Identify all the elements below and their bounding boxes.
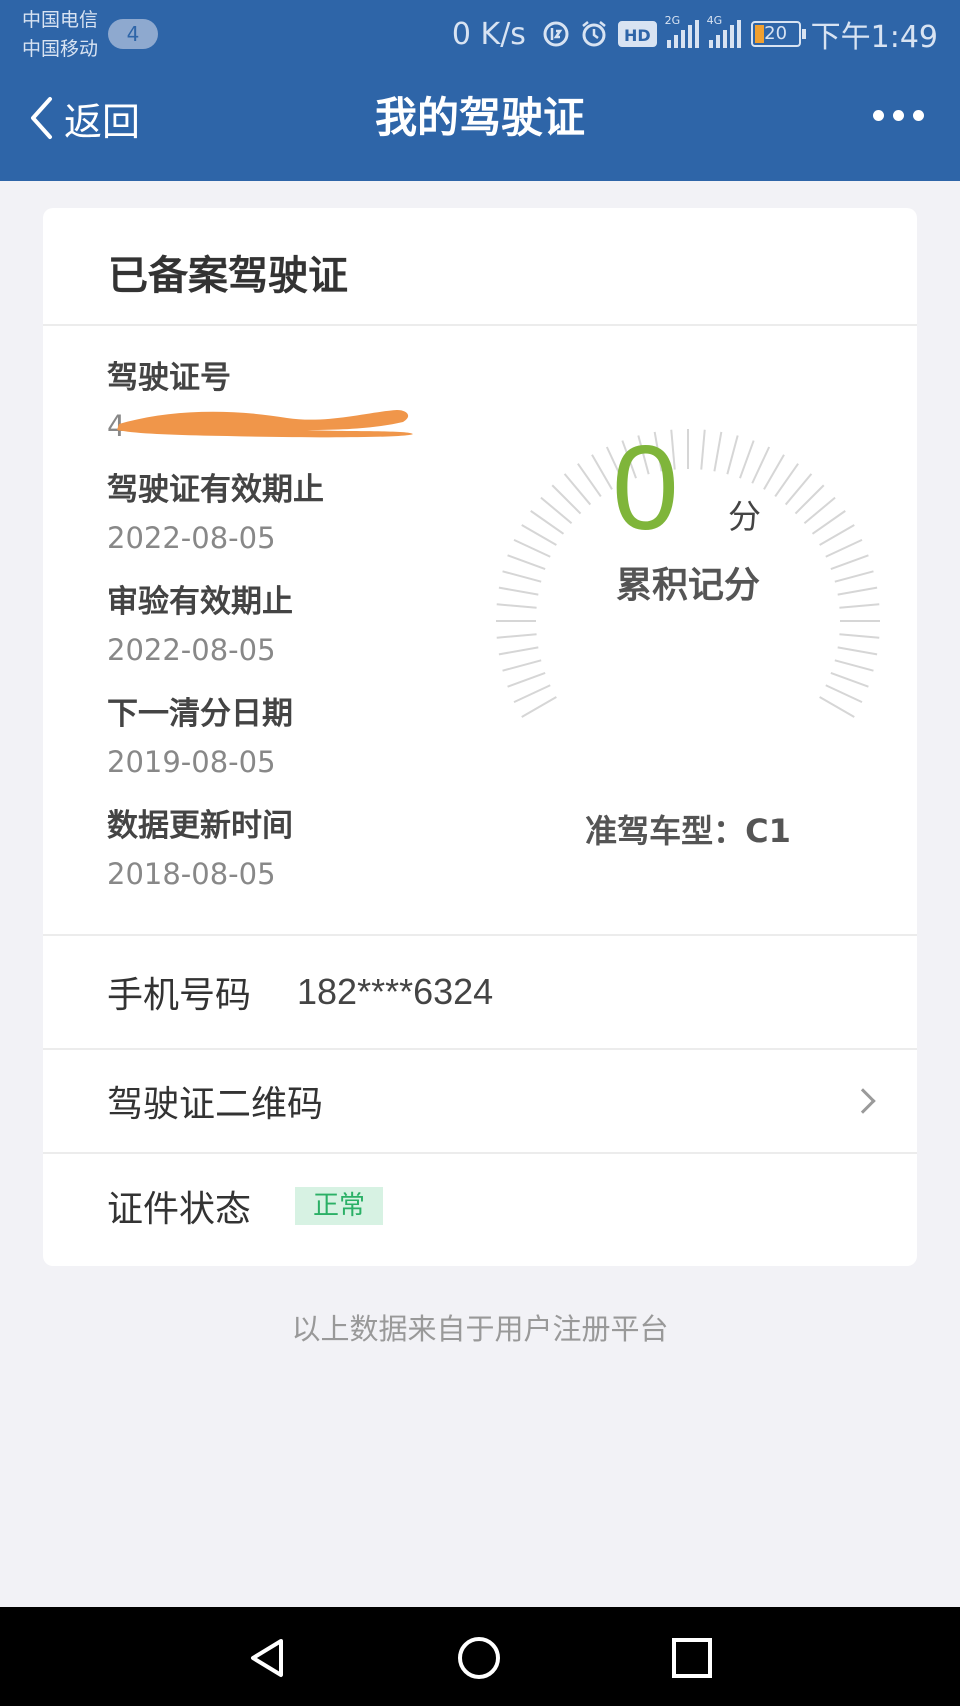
status-row: 证件状态 正常	[43, 1154, 917, 1258]
gauge-tick	[713, 431, 723, 472]
score-title: 累积记分	[615, 565, 760, 606]
signal-strength-icon-2: 4G	[707, 14, 741, 48]
gauge-tick	[819, 696, 855, 718]
signal-2-tag: 4G	[706, 14, 723, 27]
status-icons: 0 K/s HD 2G 4G 20 下午1:49	[452, 12, 938, 56]
gauge-tick	[763, 454, 785, 490]
inspection-expiry-item: 审验有效期止 2022-08-05	[107, 582, 447, 694]
status-label: 证件状态	[107, 1189, 252, 1230]
card-title: 已备案驾驶证	[108, 253, 348, 299]
square-recent-icon[interactable]	[669, 1635, 715, 1681]
gauge-tick	[563, 473, 592, 506]
network-speed: 0 K/s	[451, 16, 526, 52]
gauge-tick	[819, 524, 855, 546]
gauge-tick	[513, 538, 551, 558]
hd-voice-icon: HD	[617, 21, 657, 47]
gauge-tick	[774, 463, 799, 498]
gauge-tick	[591, 454, 613, 490]
gauge-tick	[794, 484, 825, 515]
gauge-tick	[751, 446, 771, 484]
data-source-note: 以上数据来自于用户注册平台	[291, 1312, 669, 1346]
redaction-scribble	[117, 410, 413, 438]
info-label: 下一清分日期	[107, 696, 293, 732]
license-type: 准驾车型：C1	[585, 812, 791, 850]
license-info-list: 驾驶证号 4 驾驶证有效期止 2022-08-05 审验有效期止 2022-08…	[107, 358, 447, 918]
score-unit: 分	[728, 497, 761, 536]
gauge-tick	[700, 429, 706, 470]
phone-row: 手机号码 182****6324	[43, 935, 917, 1048]
carrier-names: 中国电信 中国移动	[22, 6, 98, 64]
gauge-tick	[837, 646, 878, 656]
page-title: 我的驾驶证	[374, 93, 585, 142]
next-reset-date-item: 下一清分日期 2019-08-05	[107, 694, 447, 806]
gauge-tick	[498, 646, 539, 656]
triangle-back-icon[interactable]	[245, 1635, 291, 1681]
gauge-tick	[521, 696, 557, 718]
notification-count-badge: 4	[108, 19, 158, 49]
signal-strength-icon-1: 2G	[665, 14, 699, 48]
info-label: 驾驶证号	[107, 360, 231, 396]
data-update-time-item: 数据更新时间 2018-08-05	[107, 806, 447, 918]
battery-level: 20	[764, 23, 788, 44]
status-badge: 正常	[295, 1187, 384, 1225]
more-dots-icon[interactable]	[873, 110, 924, 121]
gauge-tick	[521, 524, 557, 546]
carrier-1: 中国电信	[22, 9, 99, 31]
gauge-tick	[839, 633, 880, 639]
info-value: 2018-08-05	[107, 857, 276, 891]
qr-code-label: 驾驶证二维码	[107, 1084, 324, 1125]
nav-bar: 返回 我的驾驶证	[0, 70, 960, 181]
signal-1-tag: 2G	[664, 14, 681, 27]
carrier-2: 中国移动	[22, 38, 99, 60]
info-value: 2019-08-05	[107, 745, 276, 779]
score-gauge	[496, 429, 880, 718]
info-label: 数据更新时间	[107, 808, 293, 844]
gauge-tick	[577, 463, 602, 498]
gauge-tick	[739, 440, 755, 479]
gauge-tick	[825, 538, 863, 558]
qr-code-row[interactable]: 驾驶证二维码	[43, 1050, 917, 1152]
info-value: 2022-08-05	[107, 633, 276, 667]
gauge-tick	[834, 659, 874, 672]
gauge-tick	[530, 510, 565, 535]
circle-home-icon[interactable]	[456, 1635, 502, 1681]
phone-value: 182****6324	[297, 970, 494, 1012]
gauge-tick	[830, 672, 869, 688]
gauge-tick	[540, 496, 573, 525]
data-saver-icon	[543, 21, 569, 47]
app-header: 中国电信 中国移动 4 0 K/s HD 2G 4G 20 下午1:49 返回 …	[0, 0, 960, 181]
license-card: 已备案驾驶证 驾驶证号 4 驾驶证有效期止 2022-08-05 审验有效期止 …	[43, 208, 917, 1266]
status-bar: 中国电信 中国移动 4 0 K/s HD 2G 4G 20 下午1:49	[0, 0, 960, 70]
gauge-tick	[784, 473, 813, 506]
license-expiry-item: 驾驶证有效期止 2022-08-05	[107, 470, 447, 582]
gauge-tick	[513, 684, 551, 704]
phone-label: 手机号码	[107, 974, 252, 1016]
gauge-tick	[551, 484, 582, 515]
gauge-tick	[825, 684, 863, 704]
system-navigation-bar	[0, 1607, 960, 1706]
gauge-tick	[726, 435, 739, 475]
gauge-tick	[502, 659, 542, 672]
alarm-icon	[582, 21, 606, 47]
info-value: 2022-08-05	[107, 521, 276, 555]
gauge-tick	[803, 496, 836, 525]
chevron-right-icon	[850, 1088, 876, 1114]
divider	[43, 324, 917, 326]
score-value: 0	[612, 421, 679, 555]
gauge-tick	[496, 633, 537, 639]
info-label: 驾驶证有效期止	[107, 472, 324, 508]
info-label: 审验有效期止	[107, 584, 293, 620]
battery-icon: 20	[750, 21, 806, 47]
clock: 下午1:49	[810, 20, 938, 55]
gauge-tick	[507, 672, 546, 688]
gauge-tick	[811, 510, 846, 535]
